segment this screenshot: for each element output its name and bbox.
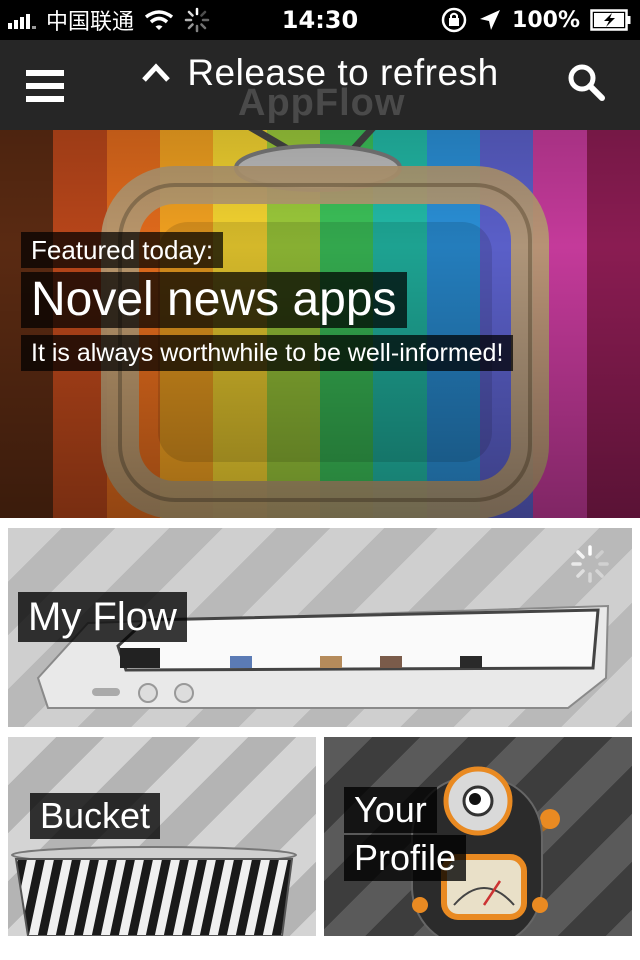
featured-subtitle: It is always worthwhile to be well-infor… [21, 335, 514, 371]
location-arrow-icon [480, 10, 501, 30]
featured-banner[interactable]: Featured today: Novel news apps It is al… [0, 130, 640, 518]
your-profile-tile[interactable]: Your Profile [324, 737, 632, 936]
top-navigation-bar: AppFlow Release to refresh [0, 40, 640, 130]
featured-title: Novel news apps [21, 272, 407, 328]
featured-eyebrow: Featured today: [21, 232, 224, 268]
activity-spinner-icon [184, 7, 210, 33]
orientation-lock-icon [441, 7, 467, 33]
status-bar-left: 中国联通 [8, 0, 210, 40]
search-icon[interactable] [566, 62, 606, 102]
chevron-up-icon [142, 63, 171, 82]
battery-charging-icon [590, 9, 631, 31]
wifi-icon [144, 10, 174, 30]
your-profile-label-line1: Your [344, 787, 437, 833]
battery-percent: 100% [512, 7, 580, 33]
loading-spinner-icon [571, 545, 609, 583]
my-flow-tile[interactable]: My Flow [8, 528, 632, 727]
status-bar: 中国联通 14:30 100% [0, 0, 640, 40]
status-bar-right: 100% [440, 0, 632, 40]
carrier-name: 中国联通 [46, 10, 135, 35]
pull-to-refresh-indicator: Release to refresh [0, 52, 640, 94]
pull-to-refresh-text: Release to refresh [187, 52, 499, 93]
my-flow-label: My Flow [18, 592, 187, 642]
signal-strength-icon [8, 11, 36, 29]
your-profile-label-line2: Profile [344, 835, 467, 881]
bucket-tile[interactable]: Bucket [8, 737, 316, 936]
bucket-label: Bucket [30, 793, 161, 839]
